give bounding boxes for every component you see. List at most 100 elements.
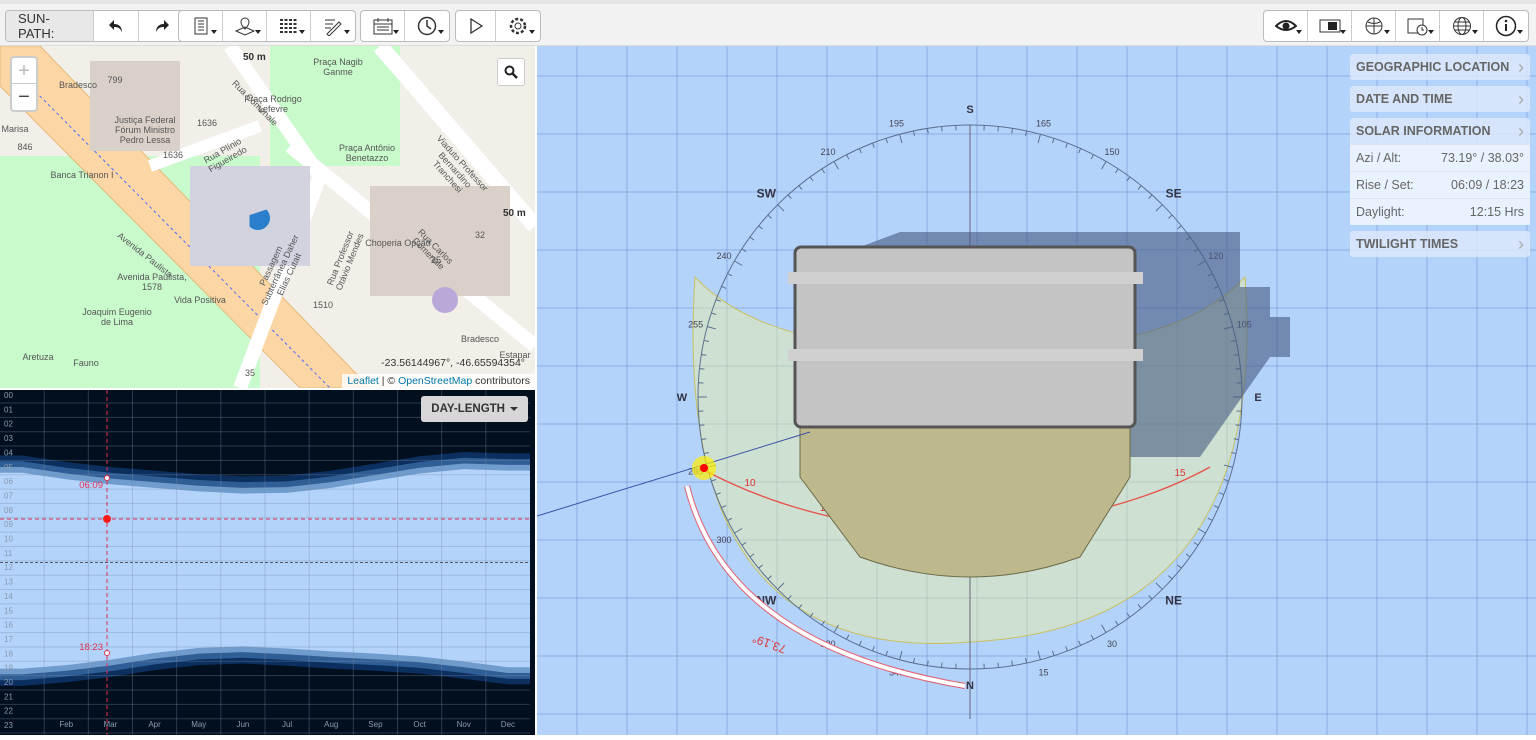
- degree-label: 150: [1104, 147, 1119, 157]
- panel-section-header[interactable]: SOLAR INFORMATION ›: [1350, 118, 1530, 144]
- map-label: 1510: [283, 300, 363, 310]
- play-button[interactable]: [456, 11, 496, 41]
- compass-tick: [1236, 425, 1241, 426]
- info-value: 12:15 Hrs: [1470, 205, 1524, 219]
- 3d-sun-path-view[interactable]: SSESWEWNNENW1651951502101202401052552853…: [537, 46, 1536, 735]
- zoom-control: + −: [10, 56, 38, 112]
- compass-tick: [1138, 604, 1141, 608]
- grid-button[interactable]: [267, 11, 311, 41]
- compass-tick: [1091, 635, 1093, 639]
- compass-label-se: SE: [1166, 186, 1182, 200]
- map-label: 25: [396, 255, 476, 265]
- visibility-button[interactable]: [1264, 11, 1308, 41]
- sun-position-marker[interactable]: [700, 464, 708, 472]
- edit-button[interactable]: [311, 11, 355, 41]
- info-label: Azi / Alt:: [1356, 151, 1401, 165]
- compass-tick: [768, 215, 772, 218]
- compass-tick: [1168, 215, 1172, 218]
- caret-down-icon: [510, 407, 518, 411]
- display-button[interactable]: [1308, 11, 1352, 41]
- info-icon: [1495, 15, 1517, 37]
- settings-button[interactable]: [496, 11, 540, 41]
- compass-tick: [942, 126, 943, 131]
- panel-section-header[interactable]: GEOGRAPHIC LOCATION›: [1350, 54, 1530, 80]
- panel-section-header[interactable]: DATE AND TIME›: [1350, 86, 1530, 112]
- compass-tick: [927, 128, 928, 133]
- hour-tick-label: 16: [4, 621, 13, 630]
- chevron-right-icon: ›: [1518, 57, 1524, 78]
- coordinates-readout: -23.56144967°, -46.65594354°: [381, 357, 525, 369]
- compass-tick: [900, 134, 902, 143]
- zoom-in-button[interactable]: +: [12, 58, 36, 84]
- playback-group: [455, 10, 541, 42]
- compass-tick: [859, 641, 861, 646]
- compass-tick: [847, 635, 849, 639]
- map-label: 35: [210, 368, 290, 378]
- history-group: SUN-PATH:: [5, 10, 185, 42]
- compass-tick: [759, 226, 763, 229]
- undo-button[interactable]: [94, 11, 139, 41]
- map-label: Praça Antônio Benetazzo: [327, 143, 407, 163]
- degree-label: 195: [889, 119, 904, 129]
- current-time-marker[interactable]: [103, 515, 111, 523]
- map-pin-icon: [234, 16, 256, 36]
- day-length-plot[interactable]: 0001020304050607080910111213141516171819…: [0, 390, 535, 735]
- time-button[interactable]: [405, 11, 449, 41]
- info-button[interactable]: [1484, 11, 1528, 41]
- sunset-marker: [105, 651, 110, 656]
- map-panel[interactable]: BradescoJustiça Federal Fórum Ministro P…: [0, 46, 535, 388]
- osm-link[interactable]: OpenStreetMap: [398, 375, 472, 387]
- date-button[interactable]: [361, 11, 405, 41]
- info-row: Daylight: 12:15 Hrs: [1350, 198, 1530, 225]
- map-label: Banca Trianon I: [42, 170, 122, 180]
- month-tick-label: Jul: [282, 720, 292, 729]
- chevron-right-icon: ›: [1518, 234, 1524, 255]
- hour-tick-label: 01: [4, 405, 13, 414]
- compass-tick: [728, 274, 732, 276]
- map-label: Bradesco: [440, 334, 520, 344]
- section-title: SOLAR INFORMATION: [1356, 124, 1490, 138]
- panel-section-header[interactable]: TWILIGHT TIMES›: [1350, 231, 1530, 257]
- sunrise-time-label: 06:09: [79, 480, 103, 491]
- compass-tick: [822, 169, 825, 173]
- map-search-button[interactable]: [497, 58, 525, 86]
- calendar-clock-button[interactable]: [1396, 11, 1440, 41]
- compass-tick: [1149, 195, 1152, 199]
- hour-tick-label: 14: [4, 592, 13, 601]
- azimuth-label: 73.19°: [750, 631, 788, 656]
- hour-tick-label: 11: [4, 549, 13, 558]
- hour-tick-label: 00: [4, 391, 13, 400]
- month-tick-label: Jun: [236, 720, 249, 729]
- compass-tick: [1102, 161, 1107, 169]
- day-length-dropdown[interactable]: DAY-LENGTH: [421, 396, 528, 422]
- hour-label: 10: [744, 478, 756, 489]
- compass-tick: [1115, 169, 1118, 173]
- month-tick-label: May: [191, 720, 206, 729]
- attribution-separator: | ©: [379, 375, 398, 387]
- sun-dome-button[interactable]: [1352, 11, 1396, 41]
- compass-tick: [1066, 143, 1068, 148]
- map-label: Joaquim Eugenio de Lima: [77, 307, 157, 327]
- scale-label: 50 m: [243, 52, 266, 63]
- leaflet-link[interactable]: Leaflet: [347, 375, 379, 387]
- building-button[interactable]: [179, 11, 223, 41]
- day-length-chart[interactable]: 0001020304050607080910111213141516171819…: [0, 390, 535, 735]
- degree-label: 255: [688, 319, 703, 329]
- compass-tick: [1177, 226, 1181, 229]
- compass-tick: [1115, 621, 1118, 625]
- globe-button[interactable]: [1440, 11, 1484, 41]
- compass-tick: [913, 131, 914, 136]
- info-label: Daylight:: [1356, 205, 1405, 219]
- location-button[interactable]: [223, 11, 267, 41]
- zoom-out-button[interactable]: −: [12, 84, 36, 110]
- compass-tick: [1198, 529, 1206, 534]
- chevron-right-icon: ›: [1518, 121, 1524, 142]
- compass-tick: [1138, 186, 1141, 190]
- map-label: Fauno: [46, 358, 126, 368]
- panel-section-twilight-times: TWILIGHT TIMES›: [1350, 231, 1530, 257]
- sun-dome-icon: [1364, 16, 1384, 36]
- map-label: Vida Positiva: [160, 295, 240, 305]
- compass-tick: [1168, 576, 1172, 579]
- compass-tick: [1079, 149, 1081, 154]
- compass-tick: [1194, 542, 1198, 545]
